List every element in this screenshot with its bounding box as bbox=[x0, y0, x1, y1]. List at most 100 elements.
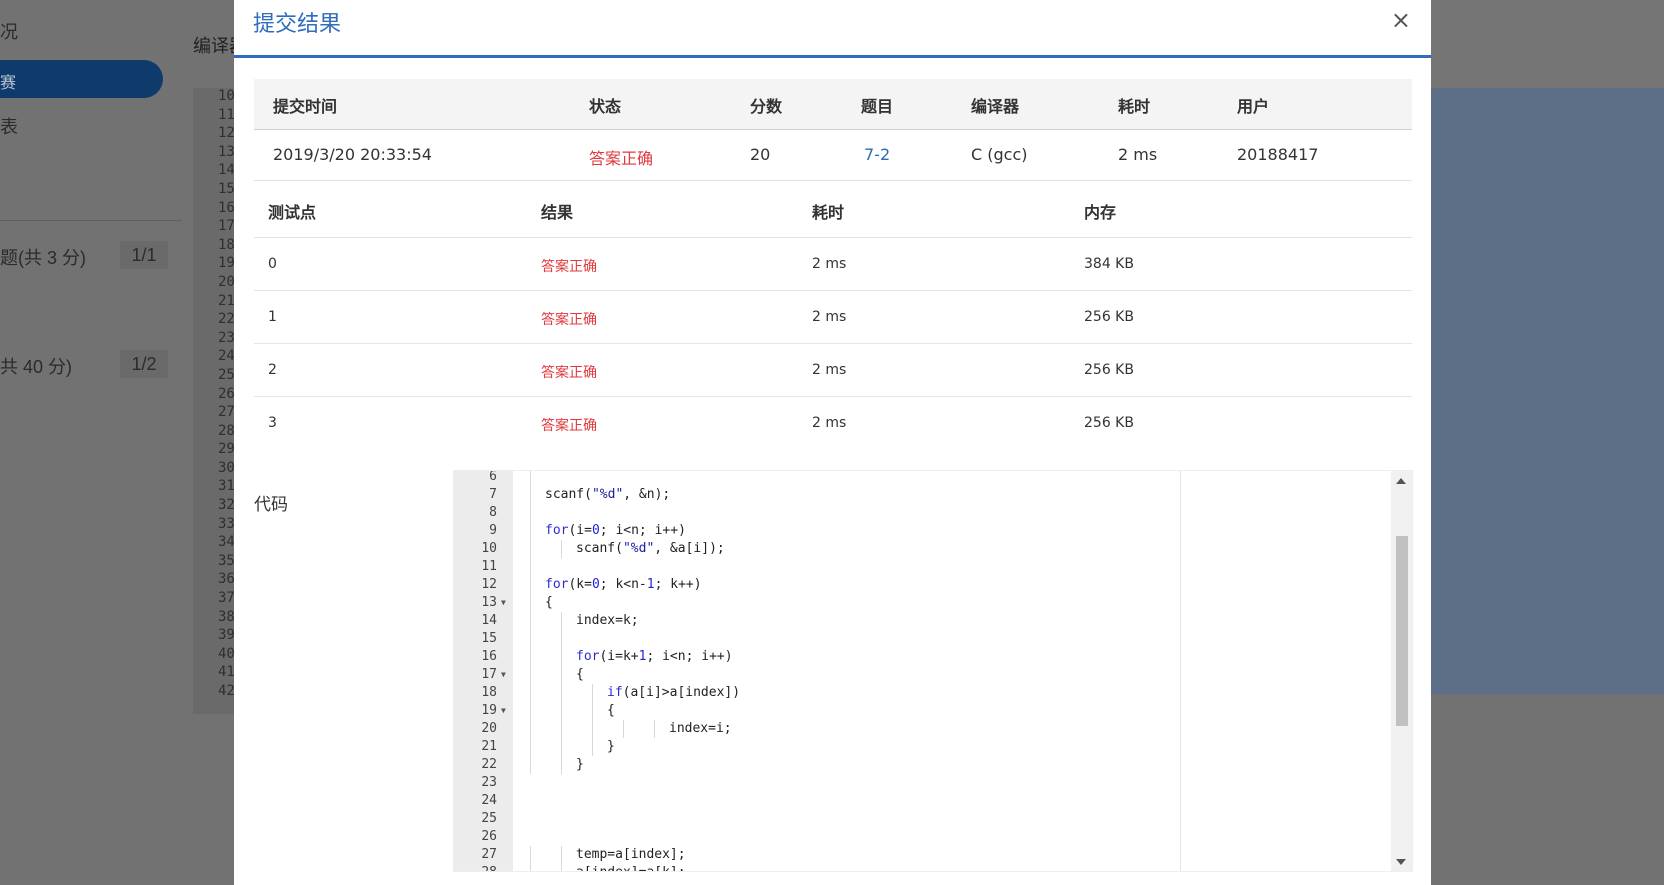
code-line: 23 bbox=[454, 774, 1394, 792]
indent-guide bbox=[530, 648, 531, 666]
code-line: 25 bbox=[454, 810, 1394, 828]
code-text: for(i=k+1; i<n; i++) bbox=[576, 649, 733, 664]
close-icon[interactable]: × bbox=[1391, 6, 1411, 34]
line-number: 12 bbox=[481, 577, 497, 592]
sidebar-item-list[interactable]: 表 bbox=[0, 113, 18, 139]
code-text: for(i=0; i<n; i++) bbox=[545, 523, 686, 538]
testcase-memory: 256 KB bbox=[1084, 309, 1134, 325]
indent-guide bbox=[561, 756, 562, 774]
indent-guide bbox=[530, 720, 531, 738]
code-text: { bbox=[607, 703, 615, 718]
editor-line-number: 28 bbox=[218, 422, 235, 439]
line-number: 28 bbox=[454, 864, 497, 871]
line-number: 14 bbox=[481, 613, 497, 628]
line-number: 6 bbox=[489, 470, 497, 484]
code-text: } bbox=[607, 739, 615, 754]
code-line: 24 bbox=[454, 792, 1394, 810]
editor-line-number: 12 bbox=[218, 125, 235, 142]
sidebar-item-section-2[interactable]: 共 40 分) bbox=[0, 353, 72, 379]
testcase-row: 3 答案正确 2 ms 256 KB bbox=[254, 397, 1412, 449]
scroll-thumb[interactable] bbox=[1396, 536, 1408, 726]
col-header-submit-time: 提交时间 bbox=[273, 97, 338, 116]
indent-guide bbox=[530, 738, 531, 756]
code-line: 28 a[index]=a[k]; bbox=[454, 864, 1394, 871]
code-line: 12 for(k=0; k<n-1; k++) bbox=[454, 576, 1394, 594]
modal-title: 提交结果 bbox=[253, 12, 342, 37]
indent-guide bbox=[561, 738, 562, 756]
line-number: 22 bbox=[481, 757, 497, 772]
code-viewer[interactable]: 6 7 scanf("%d", &n); 8 9 for(i=0; i<n; i++) 10… bbox=[453, 470, 1413, 872]
line-number: 19 bbox=[481, 703, 497, 718]
line-number: 9 bbox=[489, 523, 497, 538]
line-number: 27 bbox=[481, 847, 497, 862]
code-line: 10 scanf("%d", &a[i]); bbox=[454, 540, 1394, 558]
indent-guide bbox=[561, 648, 562, 666]
indent-guide bbox=[592, 720, 593, 738]
scroll-up-icon[interactable] bbox=[1396, 478, 1406, 484]
code-line: 13 ▼ { bbox=[454, 594, 1394, 612]
testcase-result: 答案正确 bbox=[541, 418, 597, 434]
indent-guide bbox=[530, 540, 531, 558]
modal-header: 提交结果 × bbox=[234, 0, 1431, 58]
code-line: 26 bbox=[454, 828, 1394, 846]
sidebar-item-overview[interactable]: 况 bbox=[0, 18, 18, 44]
indent-guide bbox=[561, 540, 562, 558]
indent-guide bbox=[530, 522, 531, 540]
code-text: index=k; bbox=[576, 613, 639, 628]
testcase-result: 答案正确 bbox=[541, 365, 597, 381]
editor-line-number: 27 bbox=[218, 404, 235, 421]
testcase-time: 2 ms bbox=[812, 415, 847, 431]
editor-line-number: 25 bbox=[218, 366, 235, 383]
editor-line-number: 32 bbox=[218, 497, 235, 514]
indent-guide bbox=[592, 702, 593, 720]
editor-line-number: 11 bbox=[218, 106, 235, 123]
col-header-memory: 内存 bbox=[1084, 203, 1117, 222]
indent-guide bbox=[530, 630, 531, 648]
code-line: 15 bbox=[454, 630, 1394, 648]
user-value: 20188417 bbox=[1237, 145, 1319, 164]
sidebar-item-section-1[interactable]: 题(共 3 分) bbox=[0, 244, 86, 270]
indent-guide bbox=[561, 846, 562, 864]
line-number: 20 bbox=[481, 721, 497, 736]
editor-line-number: 14 bbox=[218, 162, 235, 179]
editor-line-number: 16 bbox=[218, 199, 235, 216]
testcase-time: 2 ms bbox=[812, 309, 847, 325]
testcase-memory: 384 KB bbox=[1084, 256, 1134, 272]
code-label: 代码 bbox=[254, 495, 288, 515]
problem-link[interactable]: 7-2 bbox=[864, 145, 890, 164]
duration-value: 2 ms bbox=[1118, 145, 1158, 164]
submission-result-modal: 提交结果 × 提交时间 状态 分数 题目 编译器 耗时 用户 2019/3/20… bbox=[234, 0, 1431, 885]
fold-arrow-icon[interactable]: ▼ bbox=[501, 666, 506, 684]
code-text: scanf("%d", &a[i]); bbox=[576, 541, 725, 556]
line-number: 7 bbox=[489, 487, 497, 502]
editor-line-number: 21 bbox=[218, 292, 235, 309]
indent-guide bbox=[530, 471, 531, 486]
editor-line-number: 40 bbox=[218, 645, 235, 662]
testcase-time: 2 ms bbox=[812, 362, 847, 378]
line-number: 17 bbox=[481, 667, 497, 682]
fold-arrow-icon[interactable]: ▼ bbox=[501, 594, 506, 612]
indent-guide bbox=[561, 630, 562, 648]
editor-line-number: 18 bbox=[218, 236, 235, 253]
testcase-id: 1 bbox=[268, 309, 277, 325]
fold-arrow-icon[interactable]: ▼ bbox=[501, 702, 506, 720]
testcase-header-row: 测试点 结果 耗时 内存 bbox=[254, 181, 1412, 238]
scroll-down-icon[interactable] bbox=[1396, 859, 1406, 865]
code-line: 27 temp=a[index]; bbox=[454, 846, 1394, 864]
editor-line-number: 24 bbox=[218, 348, 235, 365]
code-text: } bbox=[576, 757, 584, 772]
code-line: 16 for(i=k+1; i<n; i++) bbox=[454, 648, 1394, 666]
testcase-result: 答案正确 bbox=[541, 312, 597, 328]
editor-line-number: 33 bbox=[218, 515, 235, 532]
code-scrollbar[interactable] bbox=[1391, 471, 1412, 871]
sidebar-item-active[interactable]: 赛 bbox=[0, 60, 163, 98]
col-header-score: 分数 bbox=[750, 97, 783, 116]
indent-guide bbox=[530, 864, 531, 871]
line-number: 18 bbox=[481, 685, 497, 700]
indent-guide bbox=[530, 558, 531, 576]
line-number: 11 bbox=[481, 559, 497, 574]
editor-line-number: 17 bbox=[218, 218, 235, 235]
code-text: for(k=0; k<n-1; k++) bbox=[545, 577, 702, 592]
line-number: 24 bbox=[481, 793, 497, 808]
editor-line-number: 39 bbox=[218, 627, 235, 644]
